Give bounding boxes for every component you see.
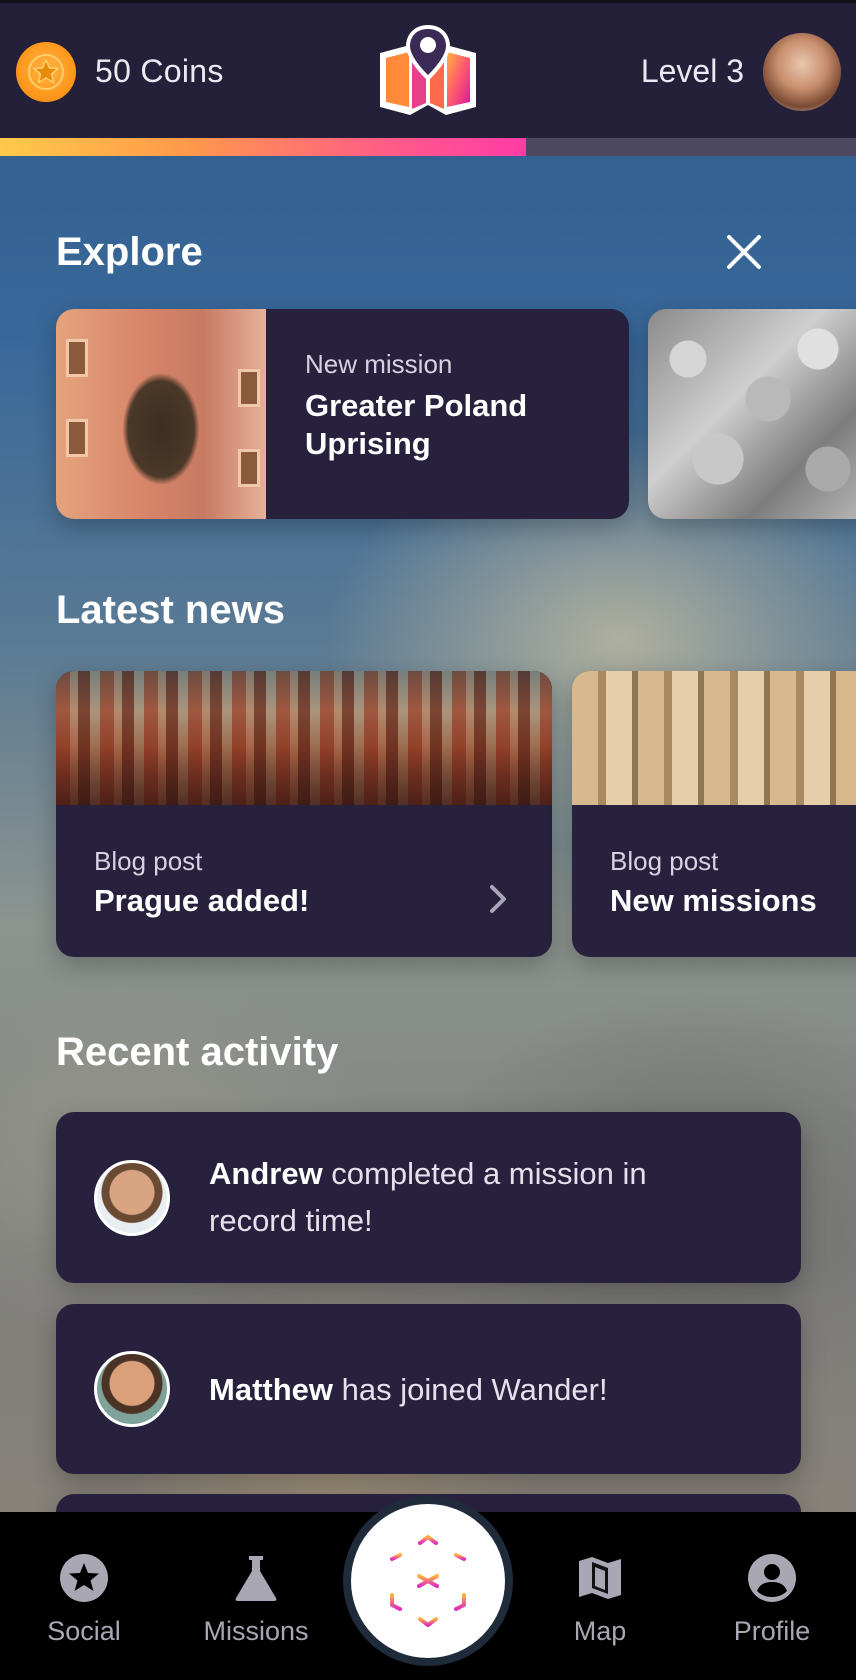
nav-item-missions[interactable]: Missions bbox=[186, 1552, 326, 1647]
news-label: Blog post bbox=[610, 846, 719, 876]
activity-item[interactable]: Matthew has joined Wander! bbox=[56, 1304, 801, 1474]
nav-label: Map bbox=[573, 1616, 627, 1646]
top-bar: 50 Coins Level 3 bbox=[0, 0, 856, 138]
coin-icon bbox=[16, 42, 76, 102]
coins-balance[interactable]: 50 Coins bbox=[95, 53, 224, 90]
xp-progress-bar bbox=[0, 138, 856, 156]
mission-card-partial[interactable] bbox=[648, 309, 856, 519]
avatar[interactable] bbox=[94, 1160, 170, 1236]
activity-user-name[interactable]: Andrew bbox=[209, 1156, 323, 1191]
activity-message: has joined Wander! bbox=[333, 1372, 608, 1407]
flask-icon bbox=[230, 1552, 282, 1604]
news-image bbox=[56, 671, 552, 805]
mission-image bbox=[56, 309, 266, 519]
nav-item-profile[interactable]: Profile bbox=[702, 1552, 842, 1647]
news-label: Blog post bbox=[94, 846, 203, 876]
level-indicator[interactable]: Level 3 bbox=[641, 53, 744, 90]
star-icon bbox=[58, 1552, 110, 1604]
nav-label: Profile bbox=[733, 1616, 811, 1646]
activity-item[interactable]: Andrew completed a mission in record tim… bbox=[56, 1112, 801, 1283]
profile-icon bbox=[746, 1552, 798, 1604]
news-card[interactable]: Blog post New missions bbox=[572, 671, 856, 957]
mission-label: New mission bbox=[305, 349, 453, 379]
activity-text: Andrew completed a mission in record tim… bbox=[209, 1150, 729, 1244]
activity-text: Matthew has joined Wander! bbox=[209, 1366, 729, 1413]
chevron-right-icon[interactable] bbox=[478, 879, 518, 919]
recent-activity-title: Recent activity bbox=[56, 1030, 339, 1074]
news-image bbox=[572, 671, 856, 805]
wander-logo-icon bbox=[380, 25, 476, 115]
close-button[interactable] bbox=[722, 230, 766, 274]
nav-label: Missions bbox=[203, 1616, 309, 1646]
news-title: New missions bbox=[610, 883, 817, 918]
avatar[interactable] bbox=[94, 1351, 170, 1427]
user-avatar[interactable] bbox=[763, 33, 841, 111]
nav-item-social[interactable]: Social bbox=[14, 1552, 154, 1647]
mission-card[interactable]: New mission Greater Poland Uprising bbox=[56, 309, 629, 519]
nav-item-map[interactable]: Map bbox=[530, 1552, 670, 1647]
explore-title: Explore bbox=[56, 230, 203, 274]
ar-cube-icon bbox=[390, 1535, 466, 1627]
ar-camera-button[interactable] bbox=[343, 1496, 513, 1666]
mission-title: Greater Poland Uprising bbox=[305, 388, 528, 461]
xp-progress-fill bbox=[0, 138, 526, 156]
latest-news-title: Latest news bbox=[56, 588, 285, 632]
close-icon bbox=[727, 235, 761, 269]
news-card[interactable]: Blog post Prague added! bbox=[56, 671, 552, 957]
activity-user-name[interactable]: Matthew bbox=[209, 1372, 333, 1407]
news-title: Prague added! bbox=[94, 883, 310, 918]
nav-label: Social bbox=[47, 1616, 121, 1646]
map-icon bbox=[574, 1552, 626, 1604]
